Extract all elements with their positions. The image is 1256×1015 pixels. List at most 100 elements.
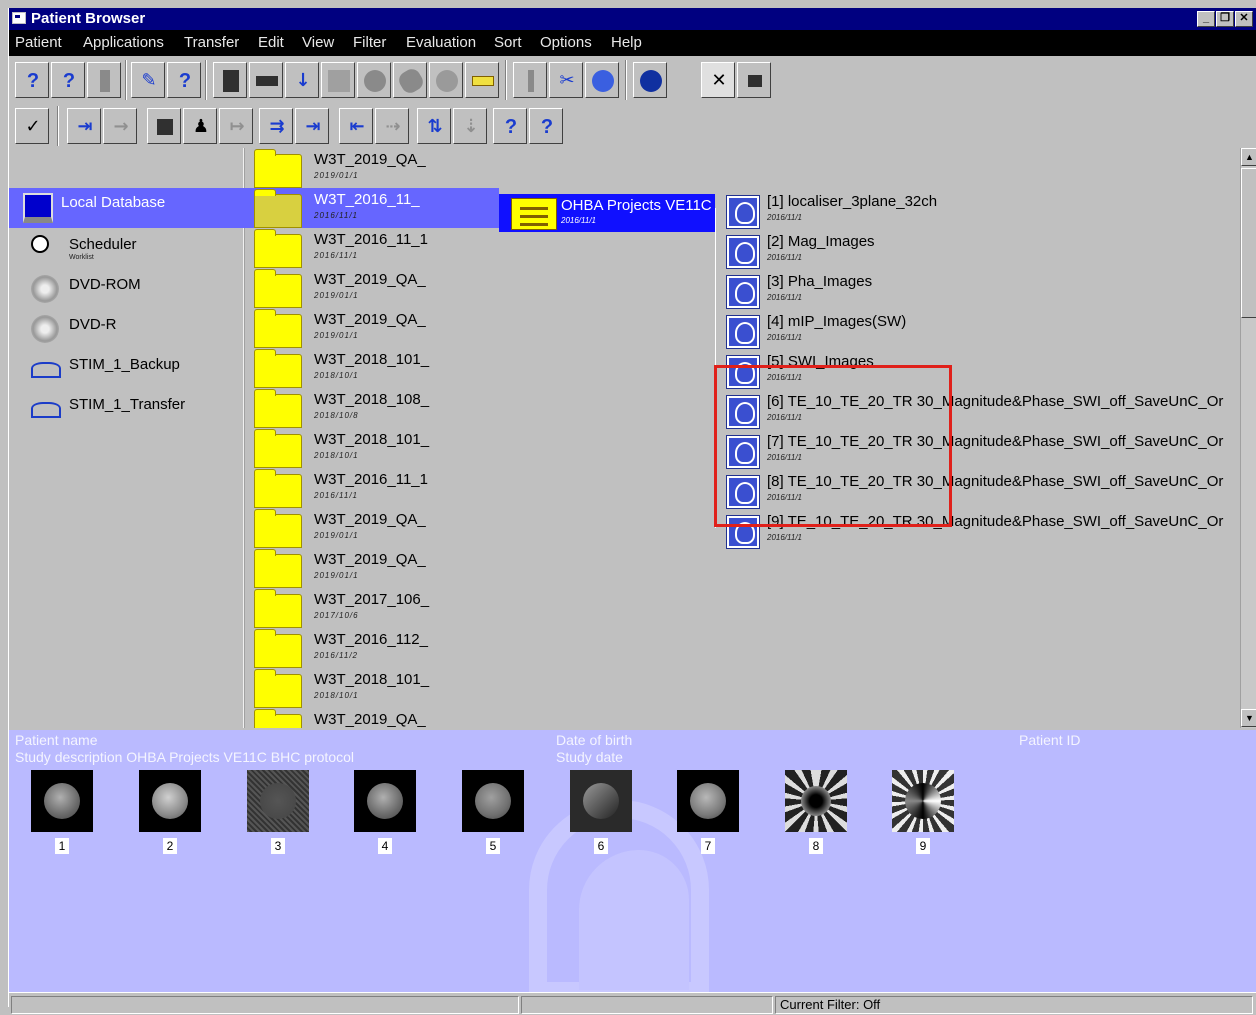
edit-pencil-button[interactable]: ✎ [131,62,165,98]
grid-button[interactable] [147,108,181,144]
disabled-arrow-button[interactable]: → [103,108,137,144]
column-button[interactable] [87,62,121,98]
patient-label: W3T_2019_QA_ [314,511,426,528]
thumbnail-image[interactable] [31,770,93,832]
thumbnail-number: 4 [378,838,392,854]
tools-icon [328,70,350,92]
import-button[interactable]: ⇥ [295,108,329,144]
expand-button[interactable]: ⇉ [259,108,293,144]
source-scheduler[interactable]: Scheduler Worklist [19,230,249,270]
patient-item[interactable]: W3T_2019_QA_ 2019/01/1 [244,148,499,188]
column-icon [100,70,110,92]
archive-button[interactable] [585,62,619,98]
help-query-button[interactable]: ? [15,62,49,98]
study-item-selected[interactable]: OHBA Projects VE11C 2016/11/1 [499,194,715,232]
folder-icon [254,589,302,628]
patient-label: W3T_2019_QA_ [314,551,426,568]
patient-item[interactable]: W3T_2018_101_ 2018/10/1 [244,668,499,708]
record-button[interactable] [357,62,391,98]
sort-button[interactable]: ⇅ [417,108,451,144]
thumbnail-image[interactable] [462,770,524,832]
source-dvd-r[interactable]: DVD-R [19,310,249,350]
minimize-button[interactable]: _ [1197,11,1215,27]
globe-button[interactable] [633,62,667,98]
patient-item[interactable]: W3T_2016_11_1 2016/11/1 [244,228,499,268]
film-button[interactable] [737,62,771,98]
browser-pane: Local Database Scheduler Worklist DVD-RO… [9,148,1240,728]
patient-item[interactable]: W3T_2018_101_ 2018/10/1 [244,348,499,388]
check-button[interactable]: ✓ [15,108,49,144]
help-list-button[interactable]: ? [529,108,563,144]
patient-item[interactable]: W3T_2019_QA_ 2019/01/1 [244,508,499,548]
cut-button[interactable]: ✂ [549,62,583,98]
help-query-arrow-button[interactable]: ? [51,62,85,98]
person-button[interactable]: ♟ [183,108,217,144]
source-dvd-rom[interactable]: DVD-ROM [19,270,249,310]
title-bar[interactable]: Patient Browser _ ❐ ✕ [9,8,1256,30]
patient-item[interactable]: W3T_2019_QA_ [244,708,499,728]
move-right-button[interactable]: ⇥ [67,108,101,144]
study-description-label: Study description OHBA Projects VE11C BH… [15,749,355,765]
patient-item[interactable]: W3T_2016_112_ 2016/11/2 [244,628,499,668]
thumbnail-image[interactable] [139,770,201,832]
printer-button[interactable] [213,62,247,98]
menu-options[interactable]: Options [540,34,592,51]
menu-evaluation[interactable]: Evaluation [406,34,476,51]
tools-button[interactable] [321,62,355,98]
series-item[interactable]: [3] Pha_Images 2016/11/1 [725,270,1240,310]
menu-sort[interactable]: Sort [494,34,522,51]
source-stim-transfer[interactable]: STIM_1_Transfer [19,390,249,430]
disabled-move-button[interactable]: ↦ [219,108,253,144]
menu-help[interactable]: Help [611,34,642,51]
menu-patient[interactable]: Patient [15,34,62,51]
thumbnail-image[interactable] [570,770,632,832]
scroll-up-button[interactable]: ▲ [1241,148,1256,166]
export-button[interactable]: ⇤ [339,108,373,144]
thumbnail-image[interactable] [892,770,954,832]
gauge-button[interactable] [429,62,463,98]
menu-bar: Patient Applications Transfer Edit View … [9,30,1256,56]
study-date-label: Study date [556,749,623,765]
app-icon[interactable] [12,12,26,24]
thumbnail-image[interactable] [785,770,847,832]
menu-transfer[interactable]: Transfer [184,34,239,51]
patient-item[interactable]: W3T_2017_106_ 2017/10/6 [244,588,499,628]
thumbnail-image[interactable] [354,770,416,832]
maximize-button[interactable]: ❐ [1216,11,1234,27]
menu-edit[interactable]: Edit [258,34,284,51]
scroll-down-button[interactable]: ▼ [1241,709,1256,727]
patient-label: W3T_2019_QA_ [314,711,426,728]
close-button[interactable]: ✕ [1235,11,1253,27]
menu-view[interactable]: View [302,34,334,51]
source-stim-backup[interactable]: STIM_1_Backup [19,350,249,390]
vertical-scrollbar[interactable]: ▲ ▼ [1240,148,1256,728]
patient-item[interactable]: W3T_2019_QA_ 2019/01/1 [244,548,499,588]
close-x-button[interactable]: ✕ [701,62,735,98]
head-series-icon [726,315,760,349]
scroll-thumb[interactable] [1241,168,1256,318]
menu-applications[interactable]: Applications [83,34,164,51]
tree-button[interactable] [465,62,499,98]
series-item[interactable]: [4] mIP_Images(SW) 2016/11/1 [725,310,1240,350]
series-item[interactable]: [2] Mag_Images 2016/11/1 [725,230,1240,270]
patient-item-selected[interactable]: W3T_2016_11_ 2016/11/1 [244,188,499,228]
thumbnail-image[interactable] [677,770,739,832]
patient-item[interactable]: W3T_2018_101_ 2018/10/1 [244,428,499,468]
help-config-button[interactable]: ? [493,108,527,144]
film-roll-button[interactable] [249,62,283,98]
send-button[interactable]: ⇢ [375,108,409,144]
patient-item[interactable]: W3T_2019_QA_ 2019/01/1 [244,268,499,308]
film-icon [748,75,762,87]
source-local-database[interactable]: Local Database [9,188,247,228]
query-blue-button[interactable]: ? [167,62,201,98]
patient-item[interactable]: W3T_2018_108_ 2018/10/8 [244,388,499,428]
thumbnail-image[interactable] [247,770,309,832]
eraser-button[interactable] [393,62,427,98]
menu-filter[interactable]: Filter [353,34,386,51]
patient-item[interactable]: W3T_2016_11_1 2016/11/1 [244,468,499,508]
series-item[interactable]: [1] localiser_3plane_32ch 2016/11/1 [725,190,1240,230]
patient-item[interactable]: W3T_2019_QA_ 2019/01/1 [244,308,499,348]
columns-button[interactable] [513,62,547,98]
disabled-sort-button[interactable]: ⇣ [453,108,487,144]
transfer-button[interactable]: ↓ [285,62,319,98]
